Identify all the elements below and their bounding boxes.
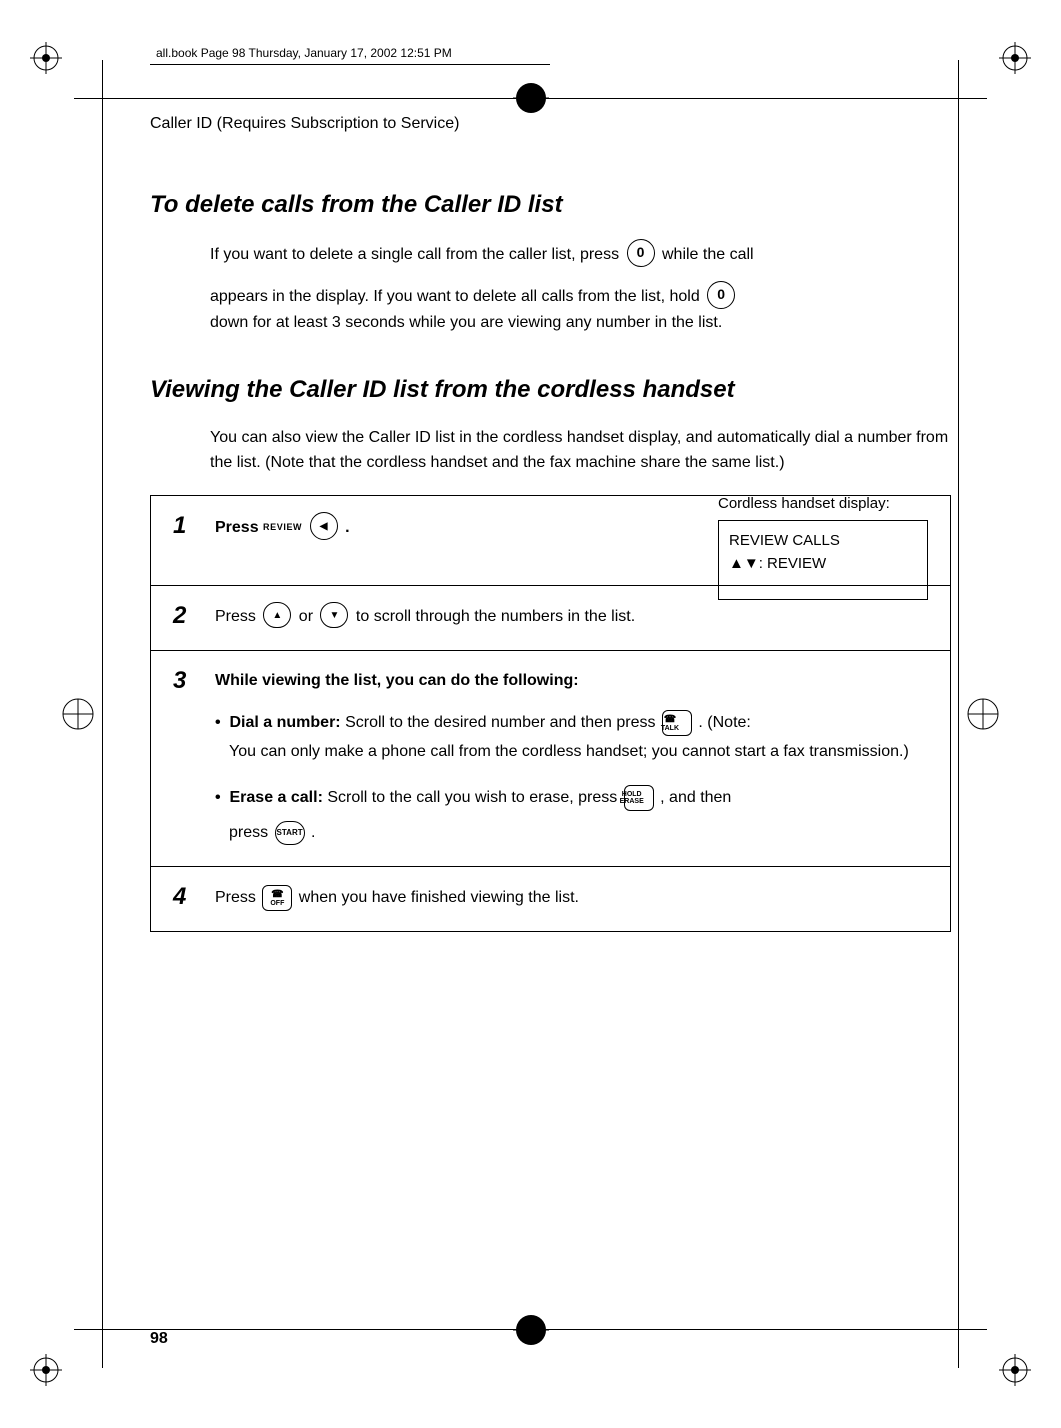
steps-table: 1 Press REVIEW . Cordless handset displa… bbox=[150, 495, 951, 932]
bullet-continuation: press START . bbox=[215, 821, 928, 846]
hold-erase-key-icon: HOLDERASE bbox=[624, 785, 654, 811]
page-number: 98 bbox=[150, 1330, 168, 1348]
bullet-continuation: You can only make a phone call from the … bbox=[215, 740, 928, 765]
talk-key-icon: ☎TALK bbox=[662, 710, 692, 736]
text: Dial a number: bbox=[230, 714, 341, 731]
text: down for at least 3 seconds while you ar… bbox=[210, 314, 722, 331]
step-number: 3 bbox=[173, 669, 207, 846]
registration-mark-icon bbox=[999, 42, 1031, 74]
step-body: Press or to scroll through the numbers i… bbox=[215, 604, 928, 630]
registration-mark-icon bbox=[999, 1354, 1031, 1386]
key-label: TALK bbox=[675, 725, 679, 732]
text: . bbox=[345, 520, 349, 537]
off-key-icon: ☎OFF bbox=[262, 885, 292, 911]
down-arrow-key-icon bbox=[320, 602, 348, 628]
section-title-viewing: Viewing the Caller ID list from the cord… bbox=[150, 376, 951, 404]
text: while the call bbox=[662, 246, 754, 263]
body-paragraph: If you want to delete a single call from… bbox=[210, 241, 951, 269]
key-label: HOLD bbox=[636, 791, 642, 798]
text: or bbox=[299, 609, 318, 626]
section-title-delete: To delete calls from the Caller ID list bbox=[150, 191, 951, 219]
text: , and then bbox=[660, 789, 731, 806]
step-row: 3 While viewing the list, you can do the… bbox=[151, 651, 950, 867]
step-row: 1 Press REVIEW . Cordless handset displa… bbox=[151, 496, 950, 586]
text: If you want to delete a single call from… bbox=[210, 246, 624, 263]
crop-line bbox=[958, 60, 959, 1368]
body-paragraph: appears in the display. If you want to d… bbox=[210, 283, 951, 336]
handset-display: REVIEW CALLS ▲▼: REVIEW bbox=[718, 520, 928, 601]
review-key-label: REVIEW bbox=[263, 522, 302, 532]
text: appears in the display. If you want to d… bbox=[210, 288, 704, 305]
text: Press bbox=[215, 889, 260, 906]
body-paragraph: You can also view the Caller ID list in … bbox=[210, 426, 951, 476]
bullet-item: • Erase a call: Scroll to the call you w… bbox=[215, 785, 928, 811]
registration-mark-icon bbox=[30, 1354, 62, 1386]
zero-key-icon: 0 bbox=[627, 239, 655, 267]
display-caption: Cordless handset display: bbox=[718, 492, 928, 515]
step-number: 4 bbox=[173, 885, 207, 911]
registration-mark-icon bbox=[30, 42, 62, 74]
display-line: ▲▼: REVIEW bbox=[729, 552, 917, 575]
key-label: OFF bbox=[270, 900, 284, 907]
running-head: Caller ID (Requires Subscription to Serv… bbox=[150, 115, 951, 133]
start-key-icon: START bbox=[275, 821, 305, 845]
text: to scroll through the numbers in the lis… bbox=[356, 609, 635, 626]
text: Press bbox=[215, 520, 263, 537]
left-arrow-key-icon bbox=[310, 512, 338, 540]
step-row: 4 Press ☎OFF when you have finished view… bbox=[151, 867, 950, 932]
step-number: 2 bbox=[173, 604, 207, 630]
display-line: REVIEW CALLS bbox=[729, 529, 917, 552]
zero-key-icon: 0 bbox=[707, 281, 735, 309]
step-number: 1 bbox=[173, 514, 207, 565]
text: Press bbox=[215, 609, 260, 626]
crop-line bbox=[102, 60, 103, 1368]
up-arrow-key-icon bbox=[263, 602, 291, 628]
key-label: ERASE bbox=[634, 798, 644, 805]
step-body: Press REVIEW . Cordless handset display:… bbox=[215, 514, 928, 565]
step-body: While viewing the list, you can do the f… bbox=[215, 669, 928, 846]
file-header: all.book Page 98 Thursday, January 17, 2… bbox=[150, 44, 550, 65]
crop-target-icon bbox=[965, 696, 1001, 732]
text: . (Note: bbox=[698, 714, 750, 731]
text: press bbox=[229, 824, 273, 841]
text: Erase a call: bbox=[230, 789, 323, 806]
crop-target-icon bbox=[60, 696, 96, 732]
bullet-item: • Dial a number: Scroll to the desired n… bbox=[215, 710, 928, 736]
step-heading: While viewing the list, you can do the f… bbox=[215, 669, 928, 694]
text: when you have finished viewing the list. bbox=[299, 889, 579, 906]
text: Scroll to the desired number and then pr… bbox=[341, 714, 660, 731]
text: . bbox=[311, 824, 315, 841]
text: Scroll to the call you wish to erase, pr… bbox=[323, 789, 622, 806]
step-body: Press ☎OFF when you have finished viewin… bbox=[215, 885, 928, 911]
